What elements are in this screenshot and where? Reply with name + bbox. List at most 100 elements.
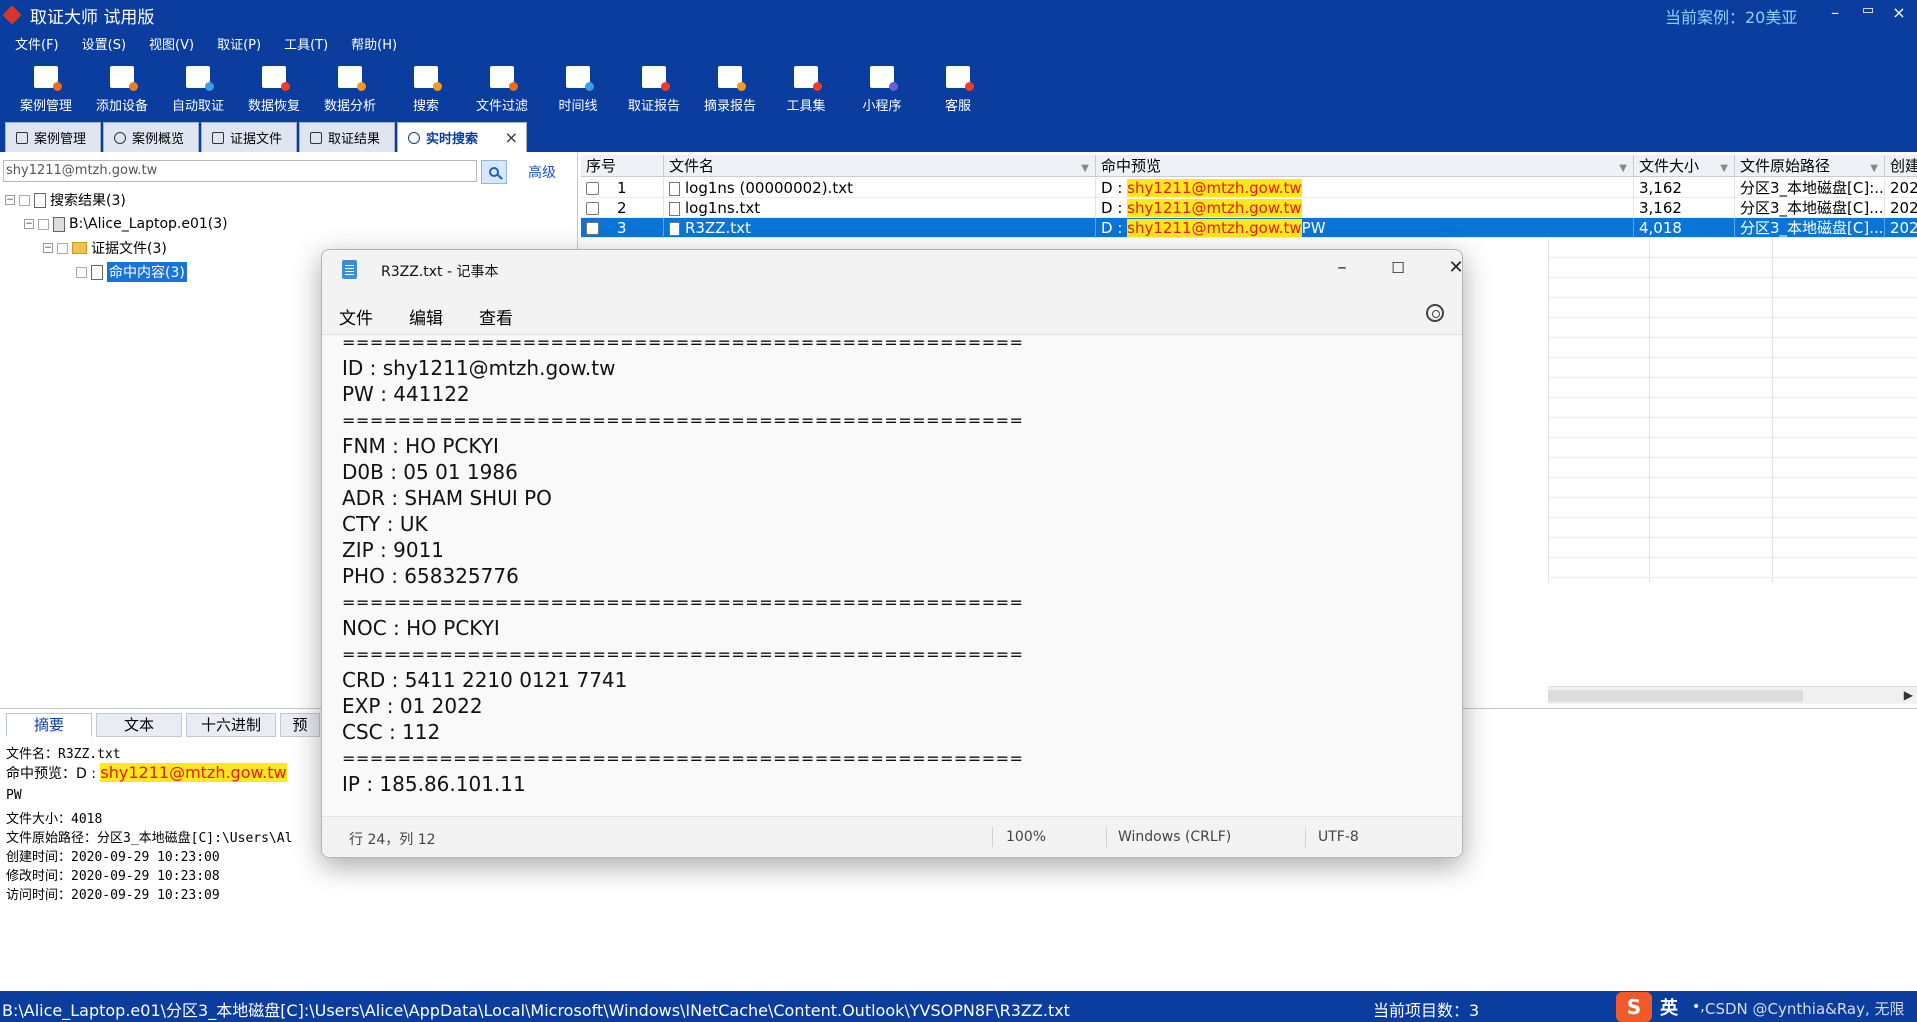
minimize-button[interactable]: – — [1822, 3, 1848, 22]
notepad-title-bar[interactable]: R3ZZ.txt - 记事本 – ☐ ✕ — [322, 250, 1462, 290]
filter-icon[interactable]: ▼ — [1720, 158, 1728, 180]
notepad-menu-view[interactable]: 查看 — [479, 304, 513, 329]
settings-gear-icon[interactable] — [1426, 304, 1444, 322]
scroll-thumb[interactable] — [1548, 690, 1803, 702]
close-app-button[interactable]: × — [1886, 3, 1912, 22]
search-button[interactable] — [481, 160, 507, 184]
notepad-menu-edit[interactable]: 编辑 — [409, 304, 443, 329]
notepad-menu-file[interactable]: 文件 — [339, 304, 373, 329]
notepad-line: IP : 185.86.101.11 — [342, 772, 526, 796]
menu-settings[interactable]: 设置(S) — [74, 34, 134, 53]
tree-checkbox[interactable] — [57, 242, 68, 254]
tree-node-evidence[interactable]: − 证据文件(3) — [43, 237, 167, 259]
cell-path: 分区3_本地磁盘[C]:... — [1735, 178, 1885, 198]
auto-icon — [184, 63, 214, 91]
cursor-position: 行 24，列 12 — [349, 832, 436, 848]
row-checkbox[interactable] — [586, 222, 599, 235]
notepad-minimize-button[interactable]: – — [1322, 257, 1362, 278]
tree-checkbox[interactable] — [76, 266, 87, 278]
col-number[interactable]: 序号 — [581, 155, 664, 177]
toolbar-button-analyze[interactable]: 数据分析 — [312, 57, 388, 119]
col-label: 文件大小 — [1639, 157, 1700, 175]
collapse-icon[interactable]: − — [43, 243, 53, 253]
toolbar-button-search[interactable]: 搜索 — [388, 57, 464, 119]
scroll-right-icon[interactable]: ▶ — [1904, 688, 1913, 702]
toolbar-button-case[interactable]: 案例管理 — [8, 57, 84, 119]
collapse-icon[interactable]: − — [5, 195, 15, 205]
tree-node-search-results[interactable]: − 搜索结果(3) — [5, 189, 126, 211]
toolbar-button-recover[interactable]: 数据恢复 — [236, 57, 312, 119]
col-created[interactable]: 创建时间 — [1885, 155, 1917, 177]
hit-prefix: D : — [1101, 179, 1128, 197]
menu-file[interactable]: 文件(F) — [7, 34, 67, 53]
notepad-line: CSC : 112 — [342, 720, 441, 744]
tab-evidence-files[interactable]: 证据文件 — [201, 122, 297, 152]
table-row[interactable]: 2 log1ns.txt D : shy1211@mtzh.gow.tw 3,162 分… — [581, 198, 1917, 218]
empty-grid-row — [1548, 278, 1917, 302]
file-name: log1ns.txt — [685, 199, 761, 217]
tree-label: 命中内容(3) — [107, 262, 187, 282]
tab-hex[interactable]: 十六进制 — [186, 713, 276, 737]
restore-button[interactable]: ▭ — [1855, 3, 1881, 18]
tree-node-image[interactable]: − B:\Alice_Laptop.e01(3) — [24, 213, 228, 235]
notepad-line: NOC : HO PCKYI — [342, 616, 500, 640]
notepad-text-area[interactable]: ========================================… — [322, 336, 1462, 817]
empty-grid-row — [1548, 418, 1917, 442]
ime-logo-icon[interactable]: S — [1616, 991, 1652, 1022]
col-label: 文件名 — [669, 157, 715, 175]
tree-node-hits[interactable]: 命中内容(3) — [76, 261, 187, 283]
toolbar-button-miniprogram[interactable]: 小程序 — [844, 57, 920, 119]
close-tab-icon[interactable]: × — [505, 128, 518, 147]
tab-text[interactable]: 文本 — [96, 713, 182, 737]
notepad-close-button[interactable]: ✕ — [1436, 257, 1462, 278]
advanced-search-link[interactable]: 高级 — [528, 162, 556, 182]
notepad-line: ========================================… — [342, 336, 1024, 352]
notepad-window[interactable]: R3ZZ.txt - 记事本 – ☐ ✕ 文件 编辑 查看 ==========… — [321, 249, 1463, 858]
tree-checkbox[interactable] — [38, 218, 49, 230]
col-original-path[interactable]: 文件原始路径 ▼ — [1735, 155, 1885, 177]
menu-help[interactable]: 帮助(H) — [343, 34, 405, 53]
search-input[interactable]: shy1211@mtzh.gow.tw — [3, 160, 477, 182]
tab-realtime-search[interactable]: 实时搜索 × — [397, 122, 527, 152]
menu-tools[interactable]: 工具(T) — [276, 34, 336, 53]
horizontal-scrollbar[interactable]: ▶ — [1548, 686, 1917, 704]
cell-filename: log1ns.txt — [664, 198, 1096, 218]
col-file-size[interactable]: 文件大小 ▼ — [1634, 155, 1735, 177]
menu-view[interactable]: 视图(V) — [141, 34, 202, 53]
notepad-maximize-button[interactable]: ☐ — [1378, 259, 1418, 277]
filter-icon[interactable]: ▼ — [1081, 158, 1089, 180]
ime-punct-icon[interactable]: •, — [1692, 999, 1705, 1015]
tab-case-management[interactable]: 案例管理 — [5, 122, 101, 152]
ime-language[interactable]: 英 — [1660, 994, 1678, 1020]
tab-summary[interactable]: 摘要 — [6, 713, 92, 737]
row-checkbox[interactable] — [586, 202, 599, 215]
filter-icon[interactable]: ▼ — [1870, 158, 1878, 180]
ime-toolbar[interactable]: S 英 •, — [1616, 991, 1705, 1022]
tab-label: 实时搜索 — [426, 132, 479, 147]
row-checkbox[interactable] — [586, 182, 599, 195]
empty-grid-row — [1548, 358, 1917, 382]
tab-forensic-results[interactable]: 取证结果 — [299, 122, 395, 152]
tab-case-overview[interactable]: 案例概览 — [103, 122, 199, 152]
toolbar-button-timeline[interactable]: 时间线 — [540, 57, 616, 119]
tree-checkbox[interactable] — [19, 194, 30, 206]
col-hit-preview[interactable]: 命中预览 ▼ — [1096, 155, 1634, 177]
tab-preview[interactable]: 预 — [280, 713, 320, 737]
table-row[interactable]: 1 log1ns (00000002).txt D : shy1211@mtzh.g… — [581, 178, 1917, 198]
toolbar-button-toolset[interactable]: 工具集 — [768, 57, 844, 119]
toolbar-button-support[interactable]: 客服 — [920, 57, 996, 119]
toolbar-button-filter[interactable]: 文件过滤 — [464, 57, 540, 119]
notepad-line: ========================================… — [342, 749, 1024, 768]
toolbar-button-excerpt[interactable]: 摘录报告 — [692, 57, 768, 119]
toolbar-button-report[interactable]: 取证报告 — [616, 57, 692, 119]
detail-hit-prefix: 命中预览：D : — [6, 766, 101, 782]
menu-forensics[interactable]: 取证(P) — [209, 34, 269, 53]
notepad-line: ========================================… — [342, 593, 1024, 612]
cell-created: 2020-09-29 10:23:00 — [1885, 198, 1917, 218]
toolbar-button-add-device[interactable]: 添加设备 — [84, 57, 160, 119]
collapse-icon[interactable]: − — [24, 219, 34, 229]
col-filename[interactable]: 文件名 ▼ — [664, 155, 1096, 177]
toolbar-button-auto[interactable]: 自动取证 — [160, 57, 236, 119]
filter-icon[interactable]: ▼ — [1619, 158, 1627, 180]
table-row[interactable]: 3 R3ZZ.txt D : shy1211@mtzh.gow.twPW 4,018 分… — [581, 218, 1917, 238]
